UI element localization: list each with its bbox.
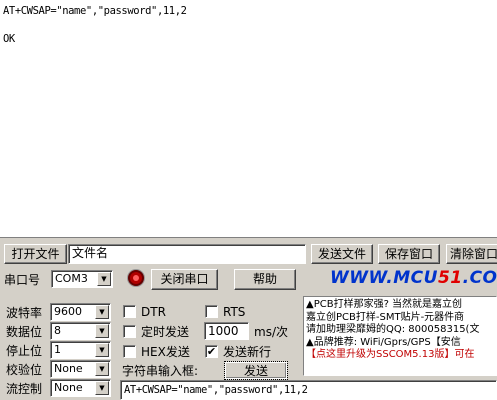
rts-checkbox[interactable] xyxy=(205,305,218,318)
help-button[interactable]: 帮助 xyxy=(234,269,296,290)
ad-line[interactable]: 请加助理梁靡姆的QQ: 800058315(文 xyxy=(306,324,496,337)
mcu51-logo[interactable]: WWW.MCU51.COM xyxy=(330,268,497,288)
port-select[interactable]: COM3 ▼ xyxy=(51,270,113,288)
open-file-button[interactable]: 打开文件 xyxy=(4,244,67,264)
send-newline-checkbox[interactable]: ✔ xyxy=(205,345,218,358)
clear-window-button[interactable]: 清除窗口 xyxy=(446,244,497,264)
hex-send-label: HEX发送 xyxy=(141,345,190,359)
parity-select[interactable]: None ▼ xyxy=(50,360,111,378)
hex-send-checkbox[interactable] xyxy=(123,345,136,358)
chevron-down-icon[interactable]: ▼ xyxy=(95,343,109,357)
baud-rate-select[interactable]: 9600 ▼ xyxy=(50,303,111,321)
port-label: 串口号 xyxy=(4,273,41,287)
ad-line[interactable]: ▲PCB打样那家强? 当然就是嘉立创 xyxy=(306,299,496,312)
interval-unit-label: ms/次 xyxy=(254,325,288,339)
port-value: COM3 xyxy=(55,272,88,285)
advertisement-panel[interactable]: ▲PCB打样那家强? 当然就是嘉立创 嘉立创PCB打样-SMT贴片-元器件商 请… xyxy=(303,296,497,376)
data-bits-label: 数据位 xyxy=(6,325,43,339)
flow-control-select[interactable]: None ▼ xyxy=(50,379,111,397)
chevron-down-icon[interactable]: ▼ xyxy=(95,305,109,319)
send-button[interactable]: 发送 xyxy=(224,361,288,380)
stop-bits-select[interactable]: 1 ▼ xyxy=(50,341,111,359)
ad-line[interactable]: 嘉立创PCB打样-SMT贴片-元器件商 xyxy=(306,312,496,325)
port-status-icon xyxy=(128,270,144,286)
stop-bits-label: 停止位 xyxy=(6,344,43,358)
ad-line[interactable]: ▲品牌推荐: WiFi/Gprs/GPS【安信 xyxy=(306,337,496,350)
baud-rate-label: 波特率 xyxy=(6,306,43,320)
file-name-field[interactable]: 文件名 xyxy=(68,244,306,264)
chevron-down-icon[interactable]: ▼ xyxy=(95,324,109,338)
timed-send-checkbox[interactable] xyxy=(123,325,136,338)
output-line: AT+CWSAP="name","password",11,2 xyxy=(3,5,187,17)
receive-output-area[interactable]: AT+CWSAP="name","password",11,2 OK xyxy=(0,0,497,238)
flow-control-label: 流控制 xyxy=(6,382,43,396)
ad-line[interactable]: 【点这里升级为SSCOM5.13版】可在 xyxy=(306,349,496,362)
chevron-down-icon[interactable]: ▼ xyxy=(95,381,109,395)
rts-label: RTS xyxy=(223,305,246,319)
interval-input[interactable]: 1000 xyxy=(204,322,249,340)
parity-label: 校验位 xyxy=(6,363,43,377)
output-blank-line xyxy=(3,18,497,32)
save-window-button[interactable]: 保存窗口 xyxy=(378,244,440,264)
string-input-label: 字符串输入框: xyxy=(122,364,199,378)
chevron-down-icon[interactable]: ▼ xyxy=(97,272,111,286)
output-line: OK xyxy=(3,33,15,45)
data-bits-select[interactable]: 8 ▼ xyxy=(50,322,111,340)
close-port-button[interactable]: 关闭串口 xyxy=(151,269,218,290)
send-file-button[interactable]: 发送文件 xyxy=(311,244,373,264)
dtr-checkbox[interactable] xyxy=(123,305,136,318)
dtr-label: DTR xyxy=(141,305,166,319)
chevron-down-icon[interactable]: ▼ xyxy=(95,362,109,376)
send-string-input[interactable]: AT+CWSAP="name","password",11,2 xyxy=(120,380,497,400)
timed-send-label: 定时发送 xyxy=(141,325,190,339)
send-newline-label: 发送新行 xyxy=(223,345,272,359)
